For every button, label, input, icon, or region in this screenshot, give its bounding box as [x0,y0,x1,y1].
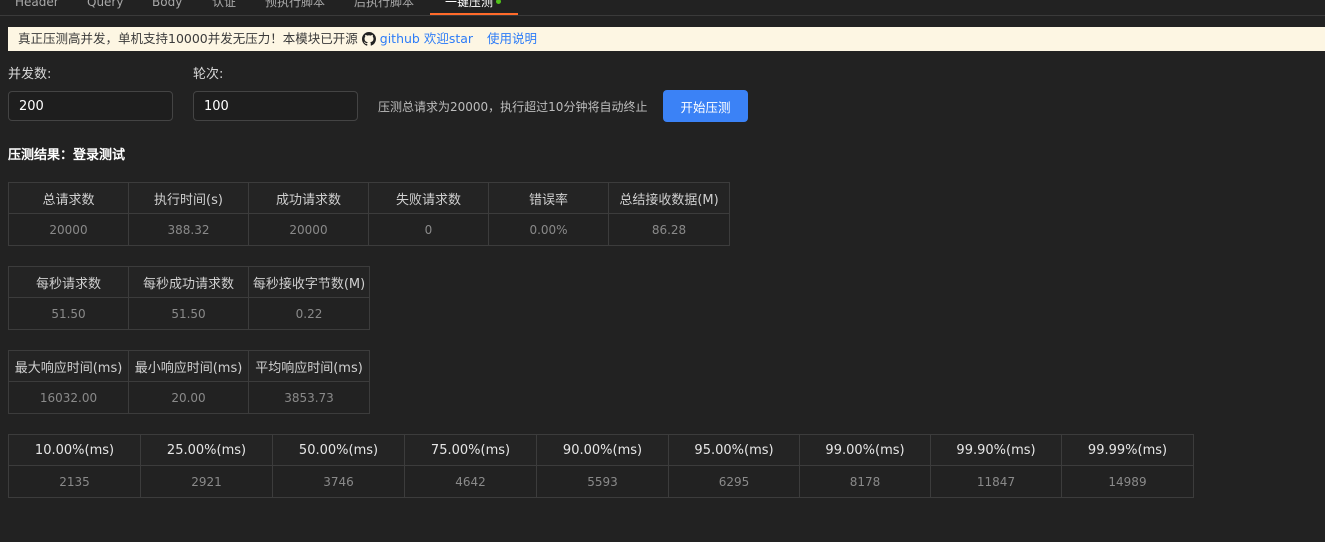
value-cell: 8178 [799,465,931,498]
tab-body[interactable]: Body [152,0,182,16]
result-title: 压测结果：登录测试 [8,148,126,163]
notice-banner: 真正压测高并发，单机支持10000并发无压力！本模块已开源 github 欢迎st… [8,27,1325,51]
github-link[interactable]: github 欢迎star [380,31,473,46]
value-cell: 20000 [8,213,129,246]
tab-pre-script[interactable]: 预执行脚本 [265,0,325,16]
usage-link[interactable]: 使用说明 [487,31,537,46]
tab-bar: Header Query Body 认证 预执行脚本 后执行脚本 一键压测 [0,0,1325,16]
rounds-input[interactable] [193,91,358,121]
table-header-row: 每秒请求数 每秒成功请求数 每秒接收字节数(M) [8,266,370,298]
header-cell: 90.00%(ms) [536,434,669,466]
value-cell: 0.00% [488,213,609,246]
value-cell: 0 [368,213,489,246]
header-cell: 最大响应时间(ms) [8,350,129,382]
table-header-row: 10.00%(ms) 25.00%(ms) 50.00%(ms) 75.00%(… [8,434,1194,466]
value-cell: 11847 [930,465,1062,498]
value-cell: 51.50 [128,297,249,330]
header-cell: 最小响应时间(ms) [128,350,249,382]
header-cell: 错误率 [488,182,609,214]
value-cell: 4642 [404,465,537,498]
header-cell: 95.00%(ms) [668,434,800,466]
value-cell: 388.32 [128,213,249,246]
header-cell: 99.00%(ms) [799,434,931,466]
value-cell: 2135 [8,465,141,498]
header-cell: 50.00%(ms) [272,434,405,466]
header-cell: 25.00%(ms) [140,434,273,466]
table-header-row: 最大响应时间(ms) 最小响应时间(ms) 平均响应时间(ms) [8,350,370,382]
tab-auth[interactable]: 认证 [212,0,236,16]
start-load-test-button[interactable]: 开始压测 [663,90,748,122]
total-requests-hint: 压测总请求为20000，执行超过10分钟将自动终止 [378,100,648,114]
header-cell: 10.00%(ms) [8,434,141,466]
header-cell: 99.99%(ms) [1061,434,1194,466]
header-cell: 每秒请求数 [8,266,129,298]
status-dot [496,0,502,4]
value-cell: 20.00 [128,381,249,414]
table-header-row: 总请求数 执行时间(s) 成功请求数 失败请求数 错误率 总结接收数据(M) [8,182,730,214]
value-cell: 0.22 [248,297,370,330]
header-cell: 总结接收数据(M) [608,182,730,214]
response-time-table: 最大响应时间(ms) 最小响应时间(ms) 平均响应时间(ms) 16032.0… [8,350,370,414]
tab-load-test-label: 一键压测 [445,0,494,9]
table-row: 51.50 51.50 0.22 [8,297,370,330]
value-cell: 16032.00 [8,381,129,414]
value-cell: 51.50 [8,297,129,330]
concurrency-label: 并发数: [8,67,52,82]
header-cell: 每秒接收字节数(M) [248,266,370,298]
tab-query[interactable]: Query [87,0,123,16]
value-cell: 3853.73 [248,381,370,414]
table-row: 20000 388.32 20000 0 0.00% 86.28 [8,213,730,246]
rounds-label: 轮次: [193,67,224,82]
header-cell: 执行时间(s) [128,182,249,214]
header-cell: 平均响应时间(ms) [248,350,370,382]
concurrency-input[interactable] [8,91,173,121]
github-icon [361,30,376,54]
notice-text: 真正压测高并发，单机支持10000并发无压力！本模块已开源 [18,31,358,46]
value-cell: 3746 [272,465,405,498]
header-cell: 75.00%(ms) [404,434,537,466]
header-cell: 每秒成功请求数 [128,266,249,298]
value-cell: 14989 [1061,465,1194,498]
summary-table: 总请求数 执行时间(s) 成功请求数 失败请求数 错误率 总结接收数据(M) 2… [8,182,730,246]
active-tab-indicator [430,13,518,15]
header-cell: 失败请求数 [368,182,489,214]
value-cell: 5593 [536,465,669,498]
tab-post-script[interactable]: 后执行脚本 [354,0,414,16]
header-cell: 99.90%(ms) [930,434,1062,466]
throughput-table: 每秒请求数 每秒成功请求数 每秒接收字节数(M) 51.50 51.50 0.2… [8,266,370,330]
value-cell: 86.28 [608,213,730,246]
table-row: 16032.00 20.00 3853.73 [8,381,370,414]
value-cell: 6295 [668,465,800,498]
tab-header[interactable]: Header [15,0,59,16]
percentile-table: 10.00%(ms) 25.00%(ms) 50.00%(ms) 75.00%(… [8,434,1194,498]
value-cell: 20000 [248,213,369,246]
header-cell: 成功请求数 [248,182,369,214]
table-row: 2135 2921 3746 4642 5593 6295 8178 11847… [8,465,1194,498]
header-cell: 总请求数 [8,182,129,214]
value-cell: 2921 [140,465,273,498]
